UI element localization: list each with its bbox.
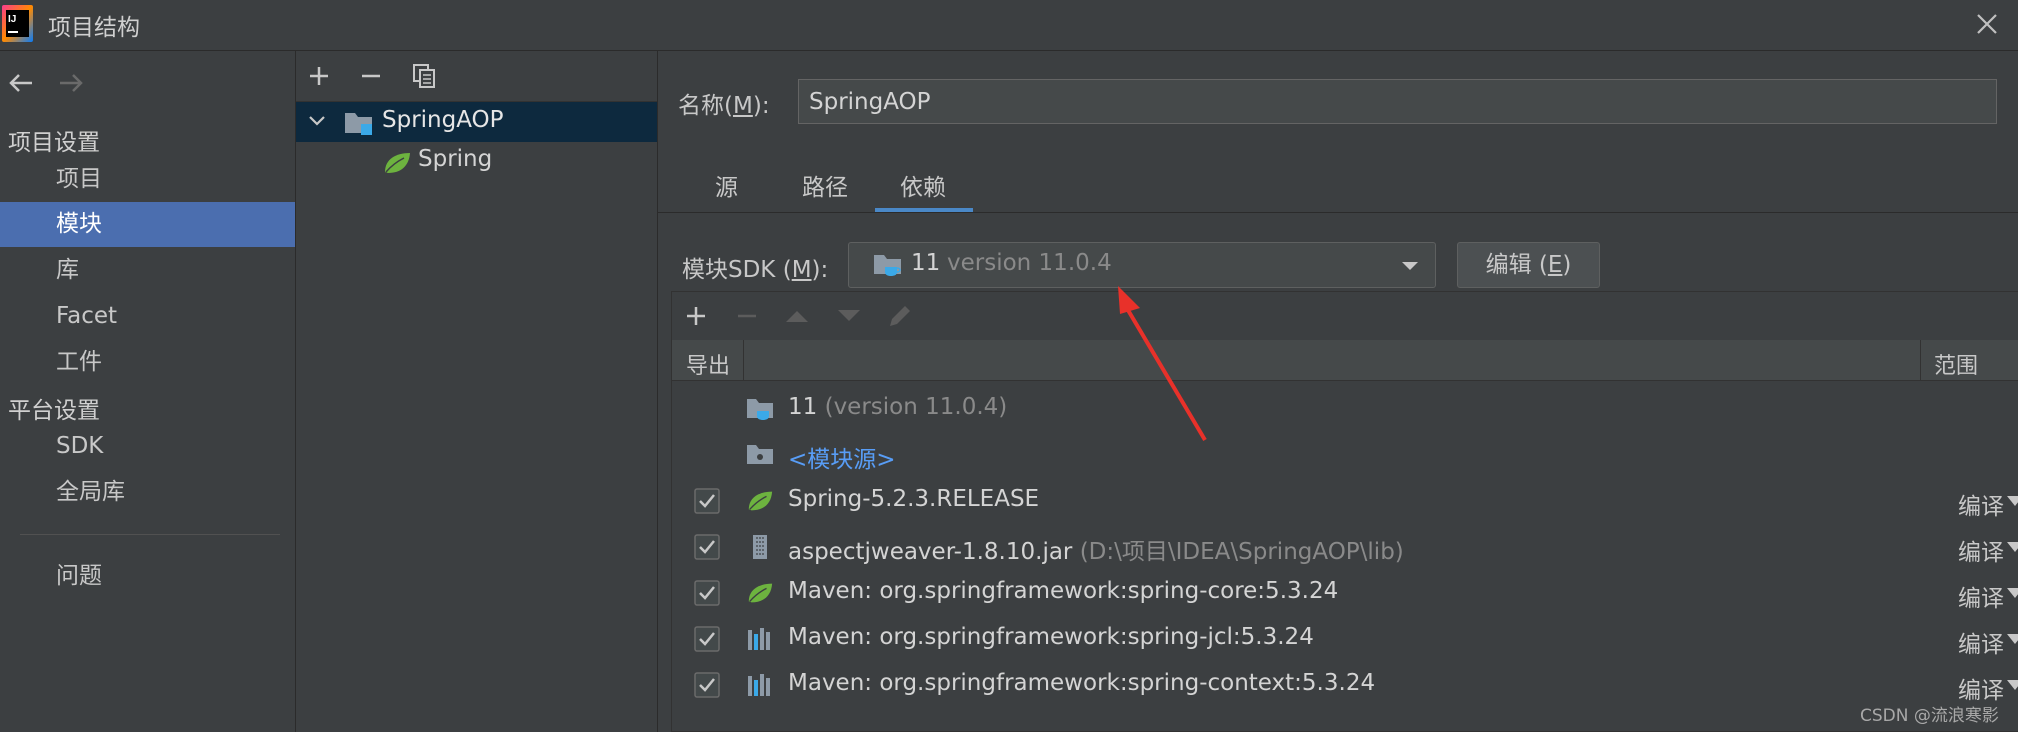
module-source-folder-icon bbox=[747, 445, 773, 464]
dependencies-header: 导出 范围 bbox=[672, 340, 2018, 381]
dependency-name[interactable]: <模块源> bbox=[788, 440, 896, 474]
nav-item-facets[interactable]: Facet bbox=[0, 294, 295, 339]
dependency-name: 11 (version 11.0.4) bbox=[788, 394, 1008, 420]
export-checkbox[interactable] bbox=[694, 626, 720, 652]
dependency-name: Spring-5.2.3.RELEASE bbox=[788, 486, 1040, 512]
library-icon bbox=[748, 628, 770, 650]
remove-icon[interactable] bbox=[736, 305, 758, 327]
svg-text:IJ: IJ bbox=[8, 14, 16, 25]
watermark: CSDN @流浪寒影 bbox=[1860, 706, 1999, 726]
add-icon[interactable] bbox=[308, 65, 330, 87]
dependencies-table: 导出 范围 11 (version 11.0.4) <模块源> Spring-5… bbox=[671, 291, 2018, 732]
project-settings-header: 项目设置 bbox=[8, 130, 100, 156]
nav-item-libraries[interactable]: 库 bbox=[0, 248, 295, 293]
nav-item-global-libraries[interactable]: 全局库 bbox=[0, 470, 295, 515]
scope-value[interactable]: 编译 bbox=[1958, 579, 2004, 613]
move-down-icon[interactable] bbox=[836, 308, 862, 324]
chevron-down-icon[interactable] bbox=[2007, 542, 2018, 552]
tabs-divider bbox=[658, 212, 2018, 213]
tree-node-label: SpringAOP bbox=[382, 107, 504, 133]
window-title: 项目结构 bbox=[48, 15, 140, 41]
back-arrow-icon[interactable] bbox=[6, 71, 36, 95]
dependency-row-jdk[interactable]: 11 (version 11.0.4) bbox=[672, 386, 2018, 432]
remove-icon[interactable] bbox=[360, 65, 382, 87]
platform-settings-header: 平台设置 bbox=[8, 398, 100, 424]
dependency-row-module-source[interactable]: <模块源> bbox=[672, 432, 2018, 478]
chevron-down-icon[interactable] bbox=[2007, 634, 2018, 644]
chevron-down-icon[interactable] bbox=[2007, 588, 2018, 598]
settings-navigation: 项目设置 项目 模块 库 Facet 工件 平台设置 SDK 全局库 问题 bbox=[0, 51, 296, 732]
chevron-down-icon bbox=[1402, 262, 1418, 270]
edit-icon[interactable] bbox=[886, 302, 914, 330]
export-checkbox[interactable] bbox=[694, 534, 720, 560]
scope-value[interactable]: 编译 bbox=[1958, 625, 2004, 659]
nav-item-project[interactable]: 项目 bbox=[0, 157, 295, 202]
dependency-row[interactable]: Maven: org.springframework:spring-core:5… bbox=[672, 570, 2018, 616]
module-tree-toolbar bbox=[296, 51, 657, 102]
module-name-input[interactable] bbox=[798, 79, 1997, 124]
sdk-version: version 11.0.4 bbox=[947, 250, 1112, 276]
nav-item-artifacts[interactable]: 工件 bbox=[0, 340, 295, 385]
chevron-down-icon[interactable] bbox=[2007, 680, 2018, 690]
scope-value[interactable]: 编译 bbox=[1958, 671, 2004, 705]
dependency-name: aspectjweaver-1.8.10.jar (D:\项目\IDEA\Spr… bbox=[788, 539, 1404, 565]
add-icon[interactable] bbox=[685, 305, 707, 327]
intellij-idea-icon: IJ bbox=[2, 5, 33, 42]
export-checkbox[interactable] bbox=[694, 672, 720, 698]
module-folder-icon bbox=[345, 113, 372, 135]
copy-icon[interactable] bbox=[412, 63, 438, 89]
dependency-name: Maven: org.springframework:spring-jcl:5.… bbox=[788, 624, 1314, 650]
module-tree-panel: SpringAOP Spring bbox=[296, 51, 658, 732]
export-checkbox[interactable] bbox=[694, 488, 720, 514]
dependency-name: Maven: org.springframework:spring-contex… bbox=[788, 670, 1376, 696]
sdk-value: 11 bbox=[911, 250, 941, 276]
chevron-down-icon[interactable] bbox=[308, 114, 326, 128]
tab-sources[interactable]: 源 bbox=[715, 168, 738, 202]
dependency-row[interactable]: Maven: org.springframework:spring-jcl:5.… bbox=[672, 616, 2018, 662]
close-icon[interactable] bbox=[1972, 9, 2002, 39]
tab-dependencies[interactable]: 依赖 bbox=[900, 168, 946, 202]
forward-arrow-icon[interactable] bbox=[56, 71, 86, 95]
tab-paths[interactable]: 路径 bbox=[802, 168, 848, 202]
jar-file-icon bbox=[753, 535, 767, 559]
scope-column-header[interactable]: 范围 bbox=[1934, 348, 1978, 380]
dependency-name: Maven: org.springframework:spring-core:5… bbox=[788, 578, 1339, 604]
jdk-folder-icon bbox=[747, 399, 773, 420]
dependency-row[interactable]: Spring-5.2.3.RELEASE 编译 bbox=[672, 478, 2018, 524]
library-icon bbox=[748, 674, 770, 696]
tree-node-springaop[interactable]: SpringAOP bbox=[296, 102, 657, 142]
annotation-arrow bbox=[1118, 286, 1207, 442]
spring-leaf-icon bbox=[748, 491, 773, 511]
tree-node-spring[interactable]: Spring bbox=[418, 146, 492, 172]
title-bar: IJ 项目结构 bbox=[0, 0, 2018, 51]
nav-item-modules[interactable]: 模块 bbox=[0, 202, 295, 247]
export-column-header[interactable]: 导出 bbox=[686, 348, 730, 380]
spring-leaf-icon bbox=[748, 583, 773, 603]
edit-sdk-button[interactable]: 编辑 (E) bbox=[1457, 242, 1600, 288]
nav-separator bbox=[20, 534, 280, 535]
name-label: 名称(M): bbox=[678, 93, 770, 119]
export-checkbox[interactable] bbox=[694, 580, 720, 606]
nav-item-sdks[interactable]: SDK bbox=[0, 424, 295, 469]
jdk-folder-icon bbox=[874, 255, 901, 276]
dependency-row[interactable]: aspectjweaver-1.8.10.jar (D:\项目\IDEA\Spr… bbox=[672, 524, 2018, 570]
nav-item-problems[interactable]: 问题 bbox=[0, 554, 295, 599]
module-details-panel: 名称(M): 源 路径 依赖 模块SDK (M): 11 version 11.… bbox=[658, 51, 2018, 732]
dependency-row[interactable]: Maven: org.springframework:spring-contex… bbox=[672, 662, 2018, 708]
scope-value[interactable]: 编译 bbox=[1958, 487, 2004, 521]
move-up-icon[interactable] bbox=[784, 308, 810, 324]
module-sdk-label: 模块SDK (M): bbox=[682, 257, 829, 283]
scope-value[interactable]: 编译 bbox=[1958, 533, 2004, 567]
spring-leaf-icon bbox=[385, 153, 410, 173]
chevron-down-icon[interactable] bbox=[2007, 496, 2018, 506]
dependencies-toolbar bbox=[672, 292, 2018, 341]
